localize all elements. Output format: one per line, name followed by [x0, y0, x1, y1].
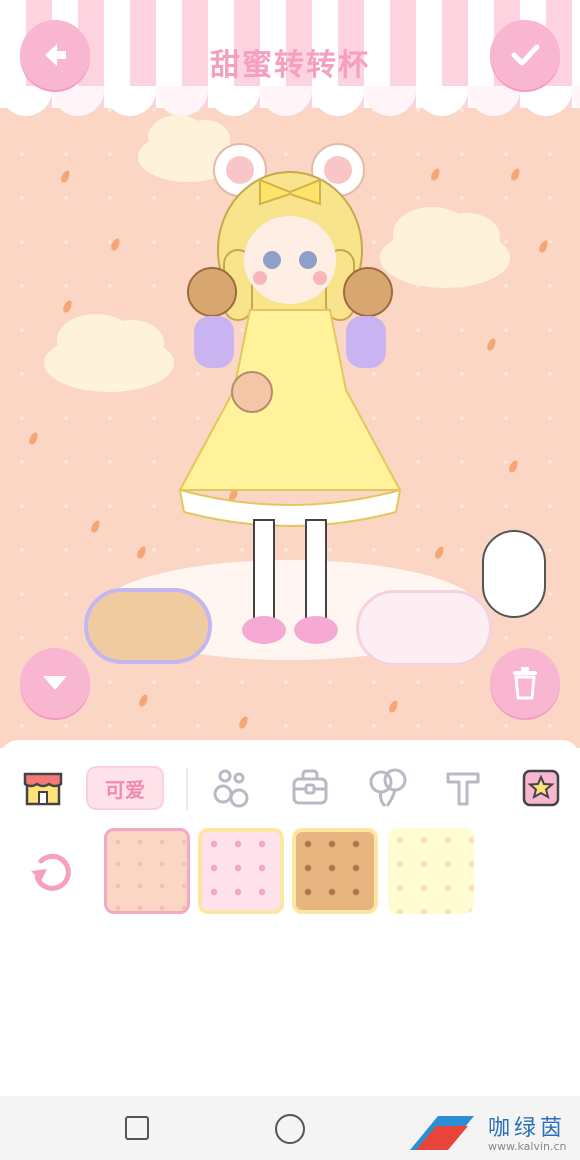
tab-cute[interactable]: 可爱: [86, 766, 164, 810]
tab-shop[interactable]: [22, 766, 64, 810]
carrot-pattern: [89, 519, 102, 534]
dressup-character: [178, 143, 402, 644]
watermark: 咖绿茵 www.kalvin.cn: [408, 1110, 578, 1156]
flower-decoration-icon: [213, 769, 249, 808]
carrot-pattern: [509, 167, 522, 182]
white-cat: [482, 530, 546, 618]
carrot-pattern: [135, 545, 148, 560]
text-icon: [446, 772, 480, 806]
sheep-cushion: [356, 590, 492, 666]
carrot-pattern: [507, 459, 520, 474]
reset-button[interactable]: [26, 846, 78, 898]
awning-scallops: [0, 86, 580, 116]
check-icon: [511, 44, 540, 66]
bear-cushion: [84, 588, 212, 664]
carrot-pattern: [109, 237, 122, 252]
carrot-pattern: [387, 699, 400, 714]
carrot-pattern: [237, 715, 250, 730]
watermark-logo: [410, 1116, 474, 1150]
tab-favorite[interactable]: [520, 766, 562, 810]
carrot-pattern: [485, 337, 498, 352]
bag-icon: [292, 769, 328, 805]
balloon-icon: [369, 768, 407, 808]
tab-divider: [186, 768, 188, 810]
recent-apps-button[interactable]: [125, 1116, 149, 1140]
watermark-url: www.kalvin.cn: [488, 1140, 567, 1153]
collapse-button[interactable]: [20, 648, 90, 718]
item-panel: 可爱: [0, 740, 580, 1096]
trash-icon: [513, 667, 537, 700]
back-button[interactable]: [20, 20, 90, 90]
watermark-name: 咖绿茵: [488, 1116, 567, 1141]
carrot-pattern: [537, 239, 550, 254]
carrot-pattern: [137, 693, 150, 708]
background-swatch-brown[interactable]: [292, 828, 378, 914]
reset-icon: [31, 853, 71, 891]
star-icon: [522, 769, 560, 807]
home-button[interactable]: [275, 1114, 305, 1144]
delete-button[interactable]: [490, 648, 560, 718]
tab-bag[interactable]: [288, 766, 332, 810]
carrot-pattern: [61, 299, 74, 314]
arrow-left-icon: [45, 44, 66, 66]
dressup-scene: 甜蜜转转杯: [0, 0, 580, 748]
tab-decor[interactable]: [208, 766, 254, 810]
confirm-button[interactable]: [490, 20, 560, 90]
category-tabs: 可爱: [0, 758, 580, 818]
background-swatch-peach[interactable]: [104, 828, 190, 914]
carrot-pattern: [27, 431, 40, 446]
system-nav-bar: 咖绿茵 www.kalvin.cn: [0, 1096, 580, 1160]
tab-balloon[interactable]: [366, 766, 410, 810]
background-swatch-pink[interactable]: [198, 828, 284, 914]
carrot-pattern: [59, 169, 72, 184]
background-swatch-cream[interactable]: [388, 828, 474, 914]
tab-text[interactable]: [442, 766, 484, 810]
shop-icon: [23, 772, 63, 806]
chevron-down-icon: [43, 676, 67, 690]
